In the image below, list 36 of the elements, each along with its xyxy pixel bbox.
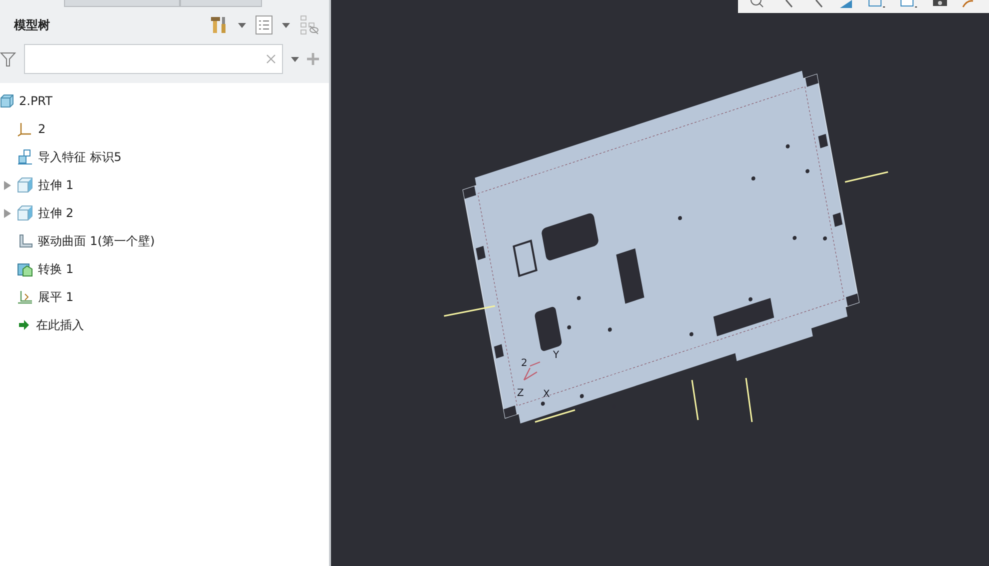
- clear-icon[interactable]: [266, 54, 276, 64]
- filter-icon[interactable]: [0, 51, 16, 67]
- plus-icon[interactable]: [307, 53, 319, 65]
- wall-icon: [17, 233, 33, 249]
- hidden-tree-icon[interactable]: [299, 15, 319, 35]
- caret-icon[interactable]: [282, 22, 290, 28]
- expand-arrow-icon[interactable]: [4, 180, 11, 190]
- convert-icon: [17, 261, 33, 277]
- zoom-icon[interactable]: [748, 0, 764, 8]
- box-icon: [17, 205, 33, 221]
- axis-label: Y: [553, 350, 560, 361]
- panel-title: 模型树: [14, 16, 50, 34]
- caret-icon[interactable]: [291, 56, 299, 62]
- cube-icon: [0, 94, 14, 108]
- tree-item[interactable]: 展平 1: [0, 283, 329, 311]
- axis-label: Z: [517, 388, 524, 399]
- flatten-icon: [17, 289, 33, 305]
- import-feature-icon: [17, 149, 33, 165]
- tree-item[interactable]: 转换 1: [0, 255, 329, 283]
- coordinate-axes-icon: [17, 121, 33, 137]
- tree-item[interactable]: 2.PRT: [0, 87, 329, 115]
- tree-item[interactable]: 在此插入: [0, 311, 329, 339]
- box-icon: [17, 177, 33, 193]
- caret-icon[interactable]: [238, 22, 246, 28]
- tree-item[interactable]: 导入特征 标识5: [0, 143, 329, 171]
- axis-label: X: [543, 389, 550, 400]
- list-document-icon[interactable]: [255, 15, 273, 35]
- tree-item[interactable]: 2: [0, 115, 329, 143]
- filter-field[interactable]: [24, 44, 283, 74]
- arrow-icon: [17, 318, 31, 332]
- csys-label: 2: [521, 358, 528, 369]
- tree-item[interactable]: 拉伸 1: [0, 171, 329, 199]
- tree-item[interactable]: 驱动曲面 1(第一个壁): [0, 227, 329, 255]
- tree-item[interactable]: 拉伸 2: [0, 199, 329, 227]
- camera-icon[interactable]: [932, 0, 948, 8]
- expand-arrow-icon[interactable]: [4, 208, 11, 218]
